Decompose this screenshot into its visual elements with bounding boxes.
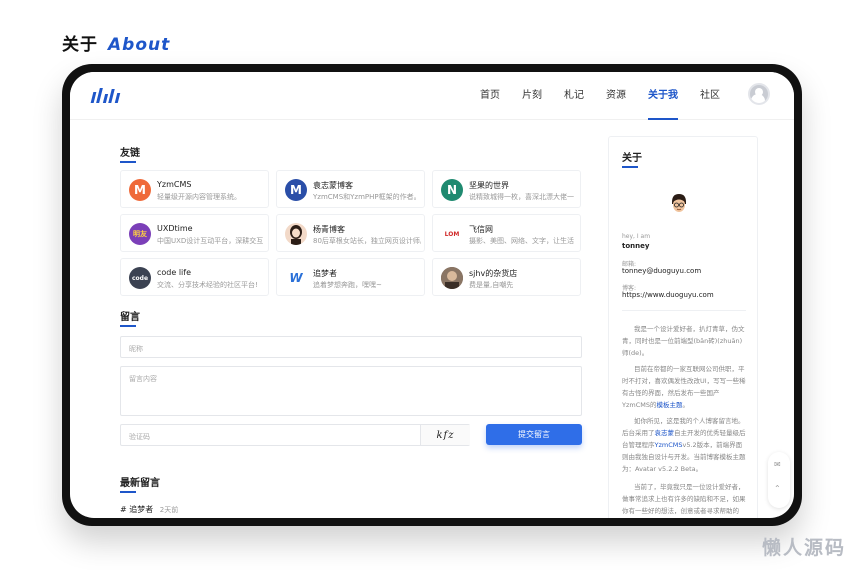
captcha-input[interactable]: 验证码 xyxy=(120,424,470,446)
intro-para-1: 我是一个设计爱好者，扒灯青草，伪文青，同时也是一位前端型(bān砖)(zhuān… xyxy=(622,325,745,357)
link-card[interactable]: 杨青博客 80后草根女站长，独立网页设计师。 xyxy=(276,214,425,252)
device-frame: 首页 片刻 札记 资源 关于我 社区 友链 M YzmCMS 轻量级开源内容管理… xyxy=(62,64,802,526)
link-card[interactable]: code code life 交流、分享技术经验的社区平台! xyxy=(120,258,269,296)
link-name: 坚果的世界 xyxy=(469,181,509,190)
nav-menu: 首页 片刻 札记 资源 关于我 社区 xyxy=(480,72,720,120)
link-desc: 交流、分享技术经验的社区平台! xyxy=(157,281,258,289)
top-nav: 首页 片刻 札记 资源 关于我 社区 xyxy=(70,72,794,120)
link-card[interactable]: LOM 飞信网 摄影、美图、网络、文字，让生活 xyxy=(432,214,581,252)
link-card[interactable]: M YzmCMS 轻量级开源内容管理系统。 xyxy=(120,170,269,208)
link-name: UXDtime xyxy=(157,224,193,233)
blog-value[interactable]: https://www.duoguyu.com xyxy=(622,291,714,299)
captcha-image[interactable]: kfz xyxy=(420,425,470,445)
link-desc: 费是量,自嘲先 xyxy=(469,281,514,289)
link-card[interactable]: 明友 UXDtime 中国UXD设计互动平台，深耕交互 xyxy=(120,214,269,252)
mail-icon[interactable]: ✉ xyxy=(774,460,781,469)
greeting-text: hey, I am xyxy=(622,233,651,240)
link-name: 飞信网 xyxy=(469,225,493,234)
link-card[interactable]: N 坚果的世界 说精致城得一枚，喜深北漂大佬一 xyxy=(432,170,581,208)
logo-icon[interactable] xyxy=(90,88,121,103)
intro-para-3: 如你所见，这是我的个人博客留言地。后台采用了袁志蒙自主开发的优秀轻量级后台管理程… xyxy=(622,415,746,475)
link-desc: 80后草根女站长，独立网页设计师。 xyxy=(313,237,421,245)
links-title: 友链 xyxy=(120,144,140,163)
submit-comment-button[interactable]: 提交留言 xyxy=(486,424,582,445)
link-name: sjhv的杂货店 xyxy=(469,269,518,278)
nav-item-home[interactable]: 首页 xyxy=(480,72,500,120)
latest-title: 最新留言 xyxy=(120,474,160,493)
link-portrait-icon xyxy=(285,223,307,245)
link-desc: YzmCMS和YzmPHP框架的作者。 xyxy=(313,193,421,201)
author-name: tonney xyxy=(622,242,650,250)
device-screen: 首页 片刻 札记 资源 关于我 社区 友链 M YzmCMS 轻量级开源内容管理… xyxy=(70,72,794,518)
nav-item-notes[interactable]: 札记 xyxy=(564,72,584,120)
latest-entry-time: 2天前 xyxy=(159,506,179,514)
link-name: code life xyxy=(157,268,192,277)
intro-para-2: 目前在帝都的一家互联网公司供职，平时不打对，喜欢偶发性改改UI，写写一些稀有古怪… xyxy=(622,363,746,411)
stage: 关于 About 首页 片刻 札记 资源 关于我 社区 友链 M YzmCMS … xyxy=(0,0,860,570)
memoji-avatar-icon xyxy=(669,193,689,215)
yzmcms-link[interactable]: YzmCMS xyxy=(655,441,683,449)
sidebar-divider xyxy=(622,310,746,311)
heading-zh: 关于 xyxy=(62,35,98,55)
nav-item-about[interactable]: 关于我 xyxy=(648,72,678,120)
link-desc: 摄影、美图、网络、文字，让生活 xyxy=(469,237,574,245)
email-value[interactable]: tonney@duoguyu.com xyxy=(622,267,701,275)
sidebar-title: 关于 xyxy=(622,149,642,168)
nickname-input[interactable]: 昵称 xyxy=(120,336,582,358)
link-desc: 轻量级开源内容管理系统。 xyxy=(157,193,241,201)
about-sidebar: 关于 hey, I am tonney 邮箱: tonney@duoguyu.c… xyxy=(608,136,758,518)
link-logo-icon: W xyxy=(285,267,307,289)
link-logo-icon: N xyxy=(441,179,463,201)
latest-entry[interactable]: # 追梦者 2天前 xyxy=(120,504,178,515)
link-desc: 说精致城得一枚，喜深北漂大佬一 xyxy=(469,193,574,201)
nav-item-resources[interactable]: 资源 xyxy=(606,72,626,120)
intro-para-4: 当前了，毕竟我只是一位设计爱好者，做事常追求上也有许多的缺陷和不足，如果你有一些… xyxy=(622,483,746,515)
floating-toolbar: ✉ ⌃ xyxy=(768,452,790,508)
link-name: 追梦者 xyxy=(313,269,337,278)
link-logo-icon: LOM xyxy=(441,223,463,245)
watermark-logo: 懒人源码 xyxy=(761,537,846,559)
link-logo-icon: M xyxy=(129,179,151,201)
theme-link[interactable]: 模板主题 xyxy=(657,401,683,409)
link-card[interactable]: W 追梦者 追着梦想奔跑，嘿嘿~ xyxy=(276,258,425,296)
back-to-top-icon[interactable]: ⌃ xyxy=(774,484,781,493)
page-heading: 关于 About xyxy=(62,30,170,55)
intro-para-2-end: 。 xyxy=(682,401,690,409)
author-link[interactable]: 袁志蒙 xyxy=(655,429,675,437)
heading-en: About xyxy=(108,35,171,55)
link-logo-icon: 明友 xyxy=(129,223,151,245)
latest-entry-prefix: # xyxy=(120,505,127,514)
link-name: YzmCMS xyxy=(157,180,192,189)
link-card[interactable]: M 袁志蒙博客 YzmCMS和YzmPHP框架的作者。 xyxy=(276,170,425,208)
nav-item-moments[interactable]: 片刻 xyxy=(522,72,542,120)
nav-item-community[interactable]: 社区 xyxy=(700,72,720,120)
comment-title: 留言 xyxy=(120,308,140,327)
link-name: 杨青博客 xyxy=(313,225,345,234)
link-name: 袁志蒙博客 xyxy=(313,181,353,190)
link-desc: 追着梦想奔跑，嘿嘿~ xyxy=(313,281,382,289)
user-avatar[interactable] xyxy=(748,83,770,105)
link-card[interactable]: sjhv的杂货店 费是量,自嘲先 xyxy=(432,258,581,296)
link-logo-icon: code xyxy=(129,267,151,289)
link-portrait-icon xyxy=(441,267,463,289)
message-textarea[interactable]: 留言内容 xyxy=(120,366,582,416)
link-desc: 中国UXD设计互动平台，深耕交互 xyxy=(157,237,264,245)
link-logo-icon: M xyxy=(285,179,307,201)
latest-entry-name: 追梦者 xyxy=(129,505,154,514)
